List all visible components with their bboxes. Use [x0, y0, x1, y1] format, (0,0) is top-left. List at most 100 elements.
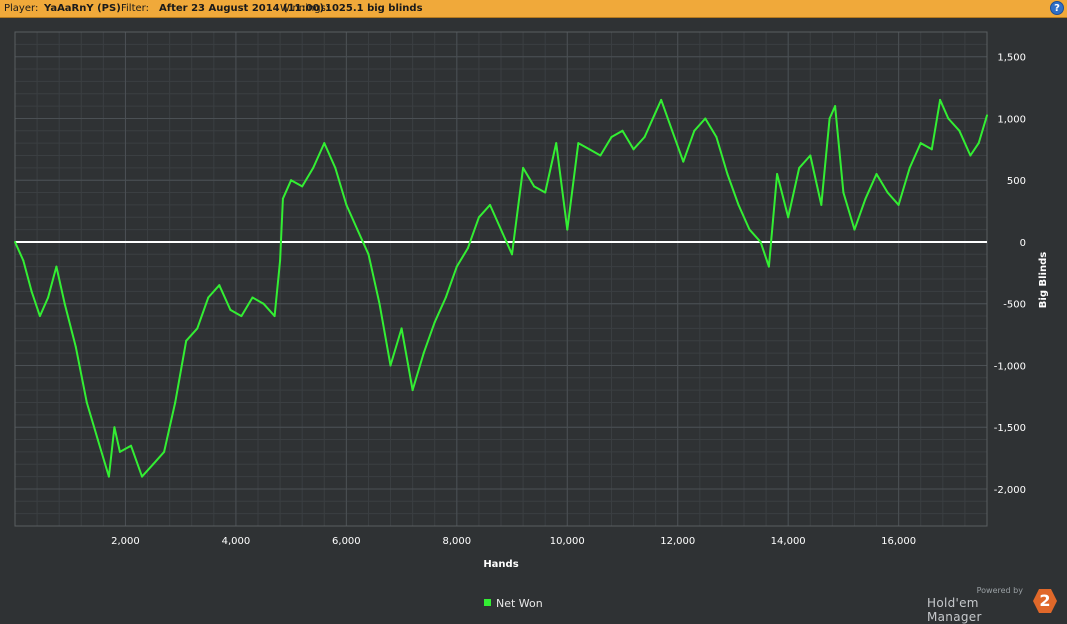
- data-point: [488, 203, 491, 206]
- data-point: [218, 284, 221, 287]
- data-point: [229, 308, 232, 311]
- data-point: [196, 327, 199, 330]
- data-point: [389, 364, 392, 367]
- data-point: [185, 339, 188, 342]
- data-point: [522, 166, 525, 169]
- data-point: [14, 240, 16, 243]
- data-point: [986, 114, 988, 117]
- data-point: [947, 117, 950, 120]
- winnings-graph: 2,000 4,000 6,000 8,000 10,000 12,000 14,000 16…: [14, 31, 1049, 570]
- data-point: [654, 111, 657, 114]
- product-name: Hold'em Manager: [927, 596, 982, 624]
- data-point: [566, 228, 569, 231]
- data-point: [433, 321, 436, 324]
- data-point: [544, 191, 547, 194]
- data-point: [290, 179, 293, 182]
- x-tick-label: 12,000: [660, 536, 695, 547]
- filter-header-bar: Player: YaAaRnY (PS) Filter: After 23 Au…: [0, 0, 1067, 18]
- data-point: [776, 173, 779, 176]
- data-point: [55, 265, 58, 268]
- legend-swatch: [484, 599, 491, 606]
- data-point: [345, 203, 348, 206]
- data-point: [273, 315, 276, 318]
- data-point: [174, 401, 177, 404]
- data-point: [748, 228, 751, 231]
- data-point: [820, 203, 823, 206]
- data-point: [759, 240, 762, 243]
- legend-label-net-won: Net Won: [496, 597, 543, 610]
- hem2-logo-icon: 2: [1033, 589, 1057, 613]
- chart-legend[interactable]: Net Won: [484, 597, 543, 611]
- data-point: [577, 142, 580, 145]
- y-tick-label: -500: [1003, 300, 1026, 311]
- data-point: [787, 216, 790, 219]
- x-tick-label: 2,000: [111, 536, 140, 547]
- data-point: [737, 203, 740, 206]
- data-point: [118, 450, 121, 453]
- data-point: [367, 253, 370, 256]
- data-point: [444, 296, 447, 299]
- data-point: [207, 296, 210, 299]
- data-point: [251, 296, 254, 299]
- data-point: [281, 197, 284, 200]
- data-point: [30, 290, 33, 293]
- data-point: [660, 98, 663, 101]
- data-point: [599, 154, 602, 157]
- data-point: [834, 105, 837, 108]
- winnings-value: 1025.1 big blinds: [325, 3, 423, 14]
- data-point: [129, 444, 132, 447]
- data-point: [588, 148, 591, 151]
- y-tick-label: -2,000: [994, 485, 1026, 496]
- y-tick-label: 1,500: [997, 53, 1026, 64]
- data-point: [977, 142, 980, 145]
- data-point: [422, 352, 425, 355]
- data-point: [38, 315, 41, 318]
- data-point: [262, 302, 265, 305]
- data-point: [240, 315, 243, 318]
- powered-by-text: Powered by: [976, 586, 1023, 595]
- y-tick-label: 500: [1007, 176, 1026, 187]
- data-point: [279, 259, 282, 262]
- data-point: [511, 253, 514, 256]
- data-point: [704, 117, 707, 120]
- data-point: [908, 166, 911, 169]
- data-point: [323, 142, 326, 145]
- data-point: [47, 296, 50, 299]
- data-point: [455, 265, 458, 268]
- data-point: [958, 129, 961, 132]
- data-point: [85, 401, 88, 404]
- data-point: [828, 117, 831, 120]
- data-point: [411, 389, 414, 392]
- data-point: [163, 450, 166, 453]
- y-tick-label: -1,500: [994, 423, 1026, 434]
- data-point: [919, 142, 922, 145]
- y-tick-label: 1,000: [997, 114, 1026, 125]
- data-point: [610, 135, 613, 138]
- winnings-label: Winnings:: [280, 3, 330, 14]
- data-point: [96, 438, 99, 441]
- data-point: [621, 129, 624, 132]
- player-value: YaAaRnY (PS): [44, 3, 121, 14]
- data-point: [555, 142, 558, 145]
- player-label: Player:: [4, 3, 39, 14]
- x-tick-label: 4,000: [222, 536, 251, 547]
- x-tick-label: 8,000: [442, 536, 471, 547]
- y-axis-label: Big Blinds: [1038, 252, 1049, 308]
- data-point: [671, 129, 674, 132]
- data-point: [477, 216, 480, 219]
- data-point: [74, 345, 77, 348]
- x-tick-label: 16,000: [881, 536, 916, 547]
- x-tick-label: 6,000: [332, 536, 361, 547]
- data-point: [312, 166, 315, 169]
- data-point: [897, 203, 900, 206]
- data-point: [113, 426, 116, 429]
- data-point: [798, 166, 801, 169]
- data-point: [107, 475, 110, 478]
- data-point: [939, 98, 942, 101]
- data-point: [400, 327, 403, 330]
- data-point: [356, 228, 359, 231]
- data-point: [767, 265, 770, 268]
- help-icon[interactable]: ?: [1050, 1, 1064, 15]
- data-point: [533, 185, 536, 188]
- data-point: [141, 475, 144, 478]
